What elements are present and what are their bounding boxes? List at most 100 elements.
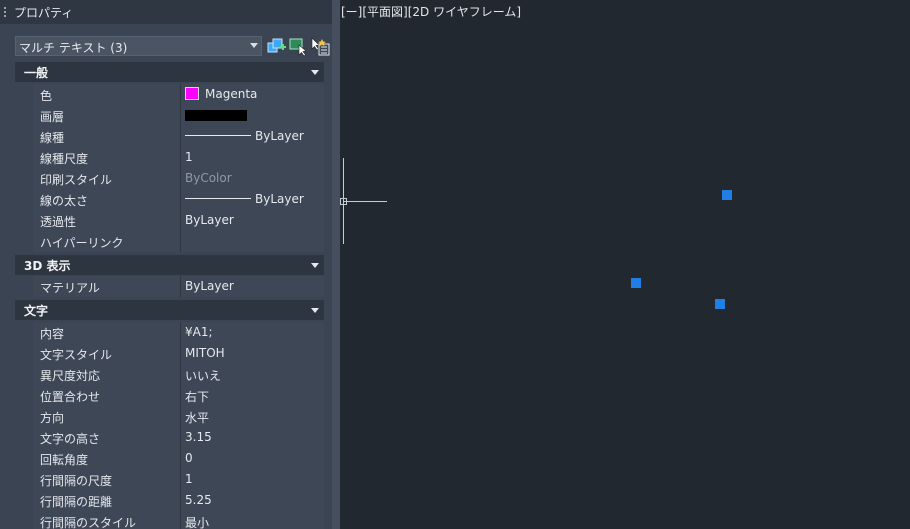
row-gutter [15, 210, 33, 231]
row-gutter [15, 364, 33, 385]
drag-grip-icon[interactable] [4, 7, 6, 17]
property-value: ByColor [181, 168, 324, 189]
property-value[interactable]: MITOH [181, 343, 324, 364]
color-value: Magenta [205, 87, 258, 101]
property-label: 行間隔の距離 [33, 490, 181, 511]
property-value[interactable]: 1 [181, 147, 324, 168]
row-gutter [15, 105, 33, 126]
property-row-layer[interactable]: 画層 [15, 105, 324, 126]
drawing-viewport[interactable] [340, 0, 910, 529]
row-gutter [15, 84, 33, 105]
general-rows: 色 Magenta 画層 線種 ByLayer 線種尺度 1 印刷スタイル By… [15, 84, 324, 252]
grip-point[interactable] [715, 299, 725, 309]
row-gutter [15, 490, 33, 511]
property-value[interactable]: Magenta [181, 84, 324, 105]
section-3d-title: 3D 表示 [24, 259, 71, 273]
collapse-arrow-icon[interactable] [311, 70, 319, 75]
section-text[interactable]: 文字 [15, 300, 324, 320]
chevron-down-icon [250, 43, 258, 48]
row-gutter [15, 343, 33, 364]
properties-palette: プロパティ マルチ テキスト (3) 一般 色 Magenta 画層 線種 By… [0, 0, 340, 529]
property-value[interactable]: 右下 [181, 385, 324, 406]
row-gutter [15, 147, 33, 168]
property-label: 文字スタイル [33, 343, 181, 364]
redacted-value [185, 110, 247, 121]
property-row-rotation[interactable]: 回転角度 0 [15, 448, 324, 469]
section-3d-display[interactable]: 3D 表示 [15, 255, 324, 275]
property-row-linetype[interactable]: 線種 ByLayer [15, 126, 324, 147]
property-row-line-space-distance[interactable]: 行間隔の距離 5.25 [15, 490, 324, 511]
property-row-annotative[interactable]: 異尺度対応 いいえ [15, 364, 324, 385]
property-row-plot-style[interactable]: 印刷スタイル ByColor [15, 168, 324, 189]
object-type-value: マルチ テキスト (3) [19, 41, 128, 55]
row-gutter [15, 126, 33, 147]
property-row-line-space-factor[interactable]: 行間隔の尺度 1 [15, 469, 324, 490]
property-row-transparency[interactable]: 透過性 ByLayer [15, 210, 324, 231]
property-row-linetype-scale[interactable]: 線種尺度 1 [15, 147, 324, 168]
select-objects-icon[interactable] [288, 36, 308, 56]
property-label: 線の太さ [33, 189, 181, 210]
linetype-value: ByLayer [255, 129, 304, 143]
row-gutter [15, 322, 33, 343]
property-value[interactable]: 5.25 [181, 490, 324, 511]
lineweight-preview [185, 198, 251, 199]
property-row-lineweight[interactable]: 線の太さ ByLayer [15, 189, 324, 210]
property-value[interactable]: いいえ [181, 364, 324, 385]
palette-title-bar[interactable]: プロパティ [0, 0, 336, 24]
property-label: 位置合わせ [33, 385, 181, 406]
property-value[interactable]: 最小 [181, 511, 324, 529]
property-label: 内容 [33, 322, 181, 343]
property-row-material[interactable]: マテリアル ByLayer [15, 276, 324, 297]
text-rows: 内容 ¥A1; 文字スタイル MITOH 異尺度対応 いいえ 位置合わせ 右下 … [15, 322, 324, 529]
row-gutter [15, 448, 33, 469]
section-general[interactable]: 一般 [15, 62, 324, 82]
row-gutter [15, 427, 33, 448]
crosshair-cursor-horizontal [343, 201, 387, 202]
object-type-dropdown[interactable]: マルチ テキスト (3) [15, 36, 262, 56]
crosshair-pickbox [340, 198, 347, 205]
palette-resize-strip[interactable] [332, 0, 340, 529]
toggle-pickadd-icon[interactable] [266, 36, 286, 56]
color-swatch [185, 87, 199, 100]
property-row-text-style[interactable]: 文字スタイル MITOH [15, 343, 324, 364]
grip-point[interactable] [722, 190, 732, 200]
property-value[interactable]: ByLayer [181, 189, 324, 210]
grip-point[interactable] [631, 278, 641, 288]
property-label: 印刷スタイル [33, 168, 181, 189]
property-value[interactable]: 0 [181, 448, 324, 469]
property-value[interactable]: 3.15 [181, 427, 324, 448]
property-label: 文字の高さ [33, 427, 181, 448]
collapse-arrow-icon[interactable] [311, 263, 319, 268]
property-row-justify[interactable]: 位置合わせ 右下 [15, 385, 324, 406]
row-gutter [15, 168, 33, 189]
collapse-arrow-icon[interactable] [311, 308, 319, 313]
linetype-preview [185, 135, 251, 136]
property-value[interactable]: 1 [181, 469, 324, 490]
property-label: マテリアル [33, 276, 181, 297]
row-gutter [15, 511, 33, 529]
property-row-hyperlink[interactable]: ハイパーリンク [15, 231, 324, 252]
property-value[interactable] [181, 231, 324, 252]
property-value[interactable] [181, 105, 324, 126]
row-gutter [15, 231, 33, 252]
property-row-line-space-style[interactable]: 行間隔のスタイル 最小 [15, 511, 324, 529]
property-label: 行間隔のスタイル [33, 511, 181, 529]
property-value[interactable]: ByLayer [181, 276, 324, 297]
row-gutter [15, 189, 33, 210]
property-value[interactable]: ¥A1; [181, 322, 324, 343]
property-value[interactable]: 水平 [181, 406, 324, 427]
property-label: 線種尺度 [33, 147, 181, 168]
property-label: 回転角度 [33, 448, 181, 469]
viewport-controls-label[interactable]: [ー][平面図][2D ワイヤフレーム] [341, 3, 521, 20]
property-value[interactable]: ByLayer [181, 126, 324, 147]
property-row-contents[interactable]: 内容 ¥A1; [15, 322, 324, 343]
quick-select-icon[interactable] [310, 36, 330, 56]
property-label: 方向 [33, 406, 181, 427]
property-row-text-height[interactable]: 文字の高さ 3.15 [15, 427, 324, 448]
property-value[interactable]: ByLayer [181, 210, 324, 231]
property-row-color[interactable]: 色 Magenta [15, 84, 324, 105]
display3d-rows: マテリアル ByLayer [15, 276, 324, 297]
row-gutter [15, 469, 33, 490]
palette-title: プロパティ [14, 6, 74, 20]
property-row-direction[interactable]: 方向 水平 [15, 406, 324, 427]
